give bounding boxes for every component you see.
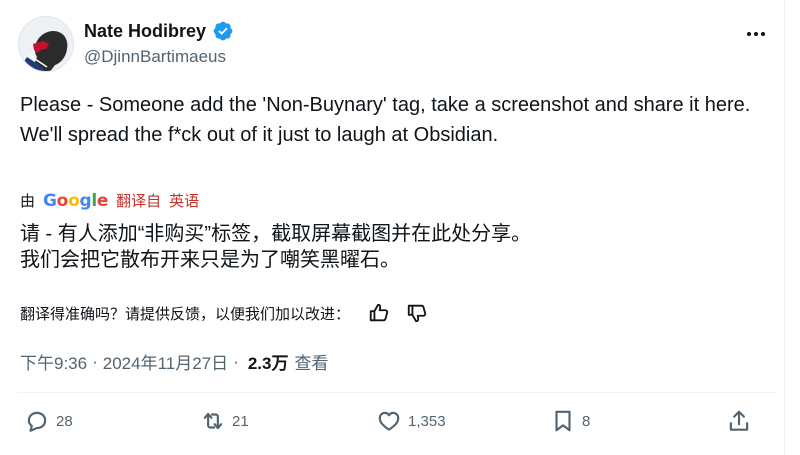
avatar[interactable] xyxy=(18,16,74,72)
repost-icon xyxy=(203,412,223,430)
like-button[interactable]: 1,353 xyxy=(376,408,446,434)
reply-count: 28 xyxy=(56,412,73,430)
tweet-line-2: We'll spread the f*ck out of it just to … xyxy=(20,124,499,146)
tweet-time[interactable]: 下午9:36 xyxy=(20,349,87,374)
translation-feedback: 翻译得准确吗？请提供反馈，以便我们加以改进： xyxy=(20,302,428,324)
verified-badge-icon[interactable] xyxy=(212,20,234,42)
name-row: Nate Hodibrey xyxy=(84,20,234,42)
meta-separator: · xyxy=(233,351,239,371)
tweet-meta: 下午9:36 · 2024年11月27日 · 2.3万 查看 xyxy=(20,349,328,374)
bookmark-icon xyxy=(555,410,571,432)
avatar-image xyxy=(19,17,73,71)
translated-by-row: 由 Google 翻译自 英语 xyxy=(20,190,199,211)
divider xyxy=(18,392,778,393)
thumbs-up-icon[interactable] xyxy=(368,302,390,324)
right-border xyxy=(784,0,785,455)
tweet-text: Please - Someone add the 'Non-Buynary' t… xyxy=(20,90,760,150)
like-count: 1,353 xyxy=(408,412,446,430)
google-logo: Google xyxy=(43,190,109,211)
more-icon[interactable] xyxy=(744,24,768,44)
translated-line-1: 请 - 有人添加“非购买”标签，截取屏幕截图并在此处分享。 xyxy=(20,223,532,245)
reply-button[interactable]: 28 xyxy=(24,408,73,434)
tweet-line-1: Please - Someone add the 'Non-Buynary' t… xyxy=(20,94,751,116)
translated-line-2: 我们会把它散布开来只是为了嘲笑黑曜石。 xyxy=(20,249,400,271)
tweet-actions: 28 21 1,353 8 xyxy=(0,408,784,448)
author-handle[interactable]: @DjinnBartimaeus xyxy=(84,47,226,67)
tweet-header: Nate Hodibrey @DjinnBartimaeus xyxy=(18,16,768,74)
source-language-label[interactable]: 英语 xyxy=(169,190,199,211)
meta-separator: · xyxy=(92,351,98,371)
translated-text: 请 - 有人添加“非购买”标签，截取屏幕截图并在此处分享。 我们会把它散布开来只… xyxy=(20,221,760,273)
reply-icon xyxy=(27,411,47,432)
share-button[interactable] xyxy=(726,408,752,434)
views-count: 2.3万 xyxy=(247,354,289,373)
repost-count: 21 xyxy=(232,412,249,430)
translated-from-label[interactable]: 翻译自 xyxy=(116,190,161,211)
repost-button[interactable]: 21 xyxy=(200,408,249,434)
bookmark-count: 8 xyxy=(582,412,591,430)
translated-by-label: 由 xyxy=(20,193,36,210)
thumbs-down-icon[interactable] xyxy=(406,302,428,324)
share-icon xyxy=(729,410,749,431)
tweet-date[interactable]: 2024年11月27日 xyxy=(103,349,228,374)
views-label: 查看 xyxy=(294,354,329,373)
like-icon xyxy=(378,411,400,431)
author-name[interactable]: Nate Hodibrey xyxy=(84,21,206,42)
bookmark-button[interactable]: 8 xyxy=(550,408,590,434)
feedback-prompt: 翻译得准确吗？请提供反馈，以便我们加以改进： xyxy=(20,305,351,323)
